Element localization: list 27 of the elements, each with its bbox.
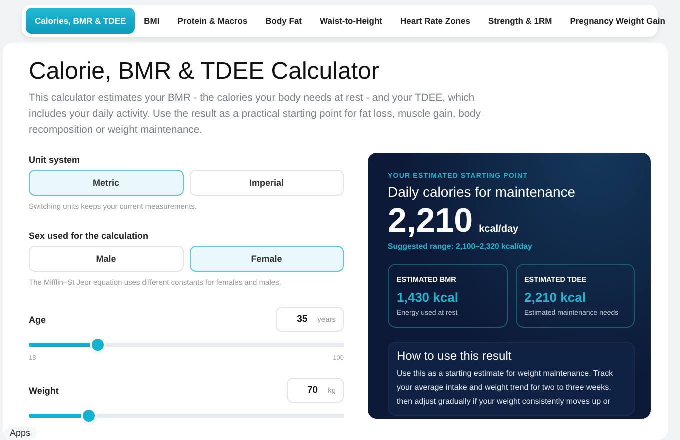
option-button[interactable]: Imperial <box>190 170 344 196</box>
unit-label: kcal/day <box>479 224 519 235</box>
info-title: How to use this result <box>397 349 513 363</box>
calorie-value: 2,210 <box>388 202 474 240</box>
field-label: Unit system <box>29 155 82 165</box>
option-button[interactable]: Metric <box>29 170 184 196</box>
tab[interactable]: BMI <box>135 8 169 34</box>
slider-thumb[interactable] <box>92 339 104 351</box>
tab[interactable]: Waist-to-Height <box>311 8 392 34</box>
apps-button[interactable]: Apps <box>4 427 37 440</box>
intro-text: This calculator estimates your BMR - the calories your body needs at rest - and your TDEE, which includes your daily activity. Use the result as a practical starting point for fat loss, muscle gain, body recomposition or weight maintenance. <box>29 92 482 138</box>
field-label: Age <box>29 314 46 324</box>
tab[interactable]: Heart Rate Zones <box>392 8 480 34</box>
field-label: Weight <box>29 386 59 396</box>
result-heading: Daily calories for maintenance <box>388 184 577 200</box>
tab[interactable]: Protein & Macros <box>168 8 257 34</box>
option-button[interactable]: Male <box>29 246 184 272</box>
stat-value: 1,430 kcal <box>397 290 460 305</box>
option-button[interactable]: Female <box>190 246 344 272</box>
slider-thumb[interactable] <box>82 410 95 422</box>
tab[interactable]: Strength & 1RM <box>479 8 562 34</box>
stat-value: 2,210 kcal <box>524 290 587 305</box>
tab[interactable]: Pregnancy Weight Gain <box>561 8 674 34</box>
tab[interactable]: Body Fat <box>256 8 312 34</box>
field-label: Sex used for the calculation <box>29 231 150 241</box>
page-title: Calorie, BMR & TDEE Calculator <box>29 57 380 87</box>
info-text: Use this as a starting estimate for weight maintenance. Track your average intake and weight trend for two to three weeks, then adjust gradually if your weight consistently moves up or <box>397 368 614 408</box>
